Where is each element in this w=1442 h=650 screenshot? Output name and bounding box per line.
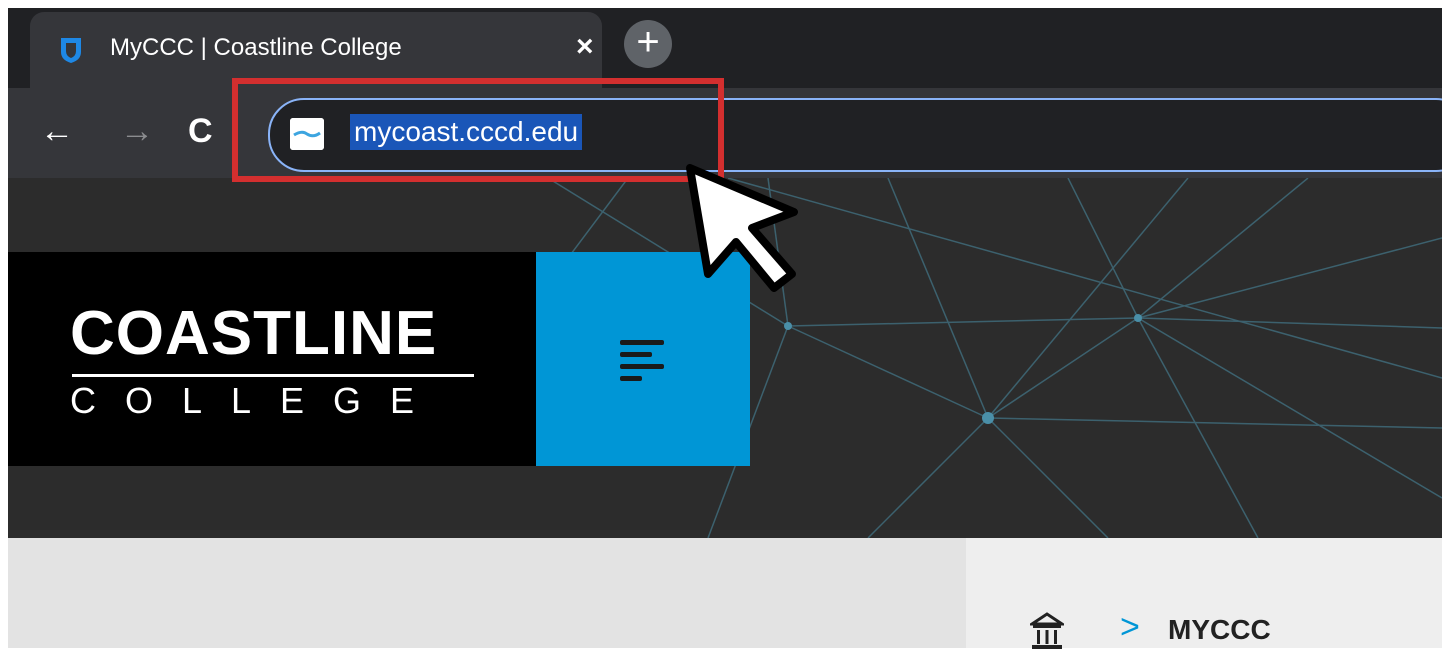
content-area [8,538,966,648]
back-button[interactable]: ← [40,114,74,148]
breadcrumb-current[interactable]: MYCCC [1168,614,1271,646]
reload-button[interactable]: C [188,114,213,148]
mouse-cursor-icon [686,164,798,292]
shield-icon [61,38,81,63]
logo-main-text: COASTLINE [70,299,438,368]
coastline-logo[interactable]: COASTLINE COLLEGE [8,252,536,466]
home-building-icon[interactable] [1030,610,1064,650]
site-favicon-graphic [290,118,324,150]
browser-tab-strip: MyCCC | Coastline College × + [8,8,1442,94]
address-bar[interactable]: mycoast.cccd.edu [268,98,1442,172]
browser-tab[interactable]: MyCCC | Coastline College × [30,12,602,94]
tab-close-button[interactable]: × [576,32,594,62]
new-tab-button[interactable]: + [624,20,672,68]
logo-rule [72,374,474,377]
breadcrumb-separator: > [1120,608,1140,646]
screenshot-frame: MyCCC | Coastline College × + ← → C myco… [8,8,1442,648]
site-favicon-icon [290,118,324,150]
tab-title: MyCCC | Coastline College [110,34,402,61]
logo-sub-text: COLLEGE [70,380,444,421]
forward-button[interactable]: → [120,114,154,148]
url-text[interactable]: mycoast.cccd.edu [350,114,583,150]
